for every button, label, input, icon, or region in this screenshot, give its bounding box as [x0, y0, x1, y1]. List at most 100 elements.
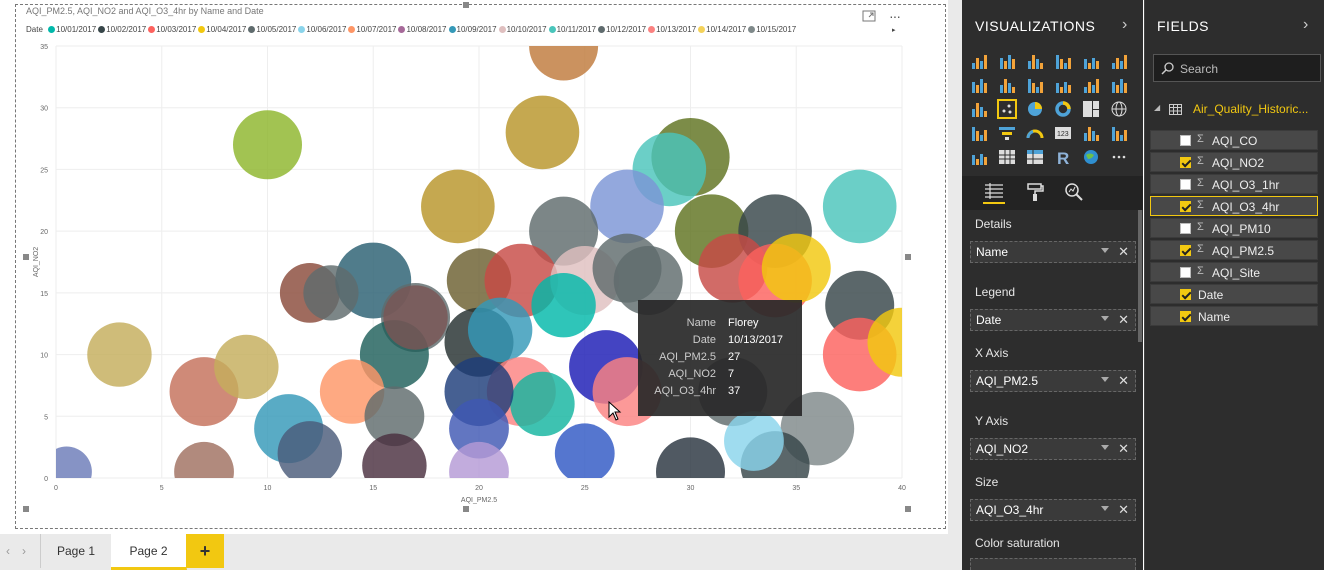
- legend-item[interactable]: 10/05/2017: [248, 25, 296, 34]
- scatter-bubble[interactable]: [761, 233, 831, 303]
- ribbon-chart-icon[interactable]: [1110, 76, 1128, 94]
- multi-row-card-icon[interactable]: [1082, 124, 1100, 142]
- scatter-bubble[interactable]: [421, 169, 495, 244]
- remove-field-icon[interactable]: ✕: [1118, 244, 1129, 260]
- viz-pane-scrollbar[interactable]: [1138, 210, 1142, 342]
- legend-item[interactable]: 10/06/2017: [298, 25, 346, 34]
- chevron-down-icon[interactable]: [1101, 377, 1109, 382]
- scatter-chart-icon[interactable]: [997, 99, 1017, 119]
- card-icon[interactable]: 123: [1054, 124, 1072, 142]
- fields-search-input[interactable]: Search: [1153, 54, 1321, 82]
- legend-item[interactable]: 10/08/2017: [398, 25, 447, 34]
- gauge-icon[interactable]: [1026, 124, 1044, 142]
- legend-item[interactable]: 10/10/2017: [498, 25, 547, 34]
- scatter-bubble[interactable]: [87, 322, 152, 387]
- color-saturation-well[interactable]: [970, 558, 1136, 570]
- scatter-bubble[interactable]: [41, 446, 92, 498]
- remove-field-icon[interactable]: ✕: [1118, 312, 1129, 328]
- kpi-icon[interactable]: [1110, 124, 1128, 142]
- legend-item[interactable]: 10/11/2017: [548, 25, 596, 34]
- format-paint-roller-icon[interactable]: [1025, 182, 1045, 207]
- field-checkbox[interactable]: [1180, 223, 1191, 234]
- clustered-bar-icon[interactable]: [1026, 52, 1044, 70]
- field-row[interactable]: Σ AQI_O3_1hr: [1150, 174, 1318, 194]
- field-row[interactable]: Σ AQI_NO2: [1150, 152, 1318, 172]
- legend-item[interactable]: 10/13/2017: [648, 25, 696, 34]
- legend-item[interactable]: 10/09/2017: [448, 25, 497, 34]
- legend-item[interactable]: 10/01/2017: [48, 25, 96, 34]
- scatter-bubble[interactable]: [467, 297, 533, 363]
- collapse-visualizations-icon[interactable]: ›: [1122, 16, 1127, 34]
- fields-tab-icon[interactable]: [983, 182, 1005, 204]
- size-well[interactable]: AQI_O3_4hr ✕: [970, 499, 1136, 521]
- remove-field-icon[interactable]: ✕: [1118, 502, 1129, 518]
- field-row[interactable]: Σ AQI_Site: [1150, 262, 1318, 282]
- r-visual-icon[interactable]: R: [1054, 148, 1072, 168]
- matrix-icon[interactable]: [1026, 148, 1044, 166]
- field-row[interactable]: Σ AQI_CO: [1150, 130, 1318, 150]
- field-row[interactable]: Σ AQI_O3_4hr: [1150, 196, 1318, 216]
- scatter-bubble[interactable]: [214, 334, 279, 400]
- legend-well[interactable]: Date ✕: [970, 309, 1136, 331]
- more-visuals-icon[interactable]: [1110, 148, 1128, 166]
- clustered-column-icon[interactable]: [1054, 52, 1072, 70]
- line-column-icon[interactable]: [1054, 76, 1072, 94]
- legend-item[interactable]: 10/14/2017: [698, 25, 746, 34]
- scatter-bubble[interactable]: [529, 38, 599, 81]
- scatter-bubble[interactable]: [383, 285, 448, 350]
- field-checkbox[interactable]: [1180, 201, 1191, 212]
- field-row[interactable]: Σ AQI_PM2.5: [1150, 240, 1318, 260]
- field-checkbox[interactable]: [1180, 157, 1191, 168]
- filled-map-icon[interactable]: [970, 124, 988, 142]
- globe-icon[interactable]: [1082, 148, 1100, 166]
- scatter-bubble[interactable]: [531, 273, 596, 338]
- field-row[interactable]: Σ AQI_PM10: [1150, 218, 1318, 238]
- legend-scroll-arrow-icon[interactable]: ▸: [892, 26, 896, 34]
- collapse-fields-icon[interactable]: ›: [1303, 16, 1308, 34]
- area-chart-icon[interactable]: [998, 76, 1016, 94]
- resize-handle-top[interactable]: [463, 2, 469, 8]
- more-options-icon[interactable]: ···: [889, 8, 901, 24]
- scatter-bubble[interactable]: [554, 423, 615, 483]
- scatter-bubble[interactable]: [590, 169, 664, 244]
- scatter-bubble[interactable]: [233, 110, 302, 180]
- tab-page-1[interactable]: Page 1: [40, 534, 112, 568]
- details-well[interactable]: Name ✕: [970, 241, 1136, 263]
- slicer-icon[interactable]: [970, 148, 988, 166]
- expand-triangle-icon[interactable]: ◢: [1154, 103, 1160, 112]
- funnel-icon[interactable]: [998, 124, 1016, 142]
- donut-chart-icon[interactable]: [1054, 100, 1072, 118]
- 100-bar-icon[interactable]: [1082, 52, 1100, 70]
- waterfall-icon[interactable]: [970, 100, 988, 118]
- scatter-bubble[interactable]: [303, 265, 359, 321]
- table-node[interactable]: ◢ Air_Quality_Historic...: [1151, 100, 1323, 120]
- legend-item[interactable]: 10/04/2017: [198, 25, 246, 34]
- yaxis-well[interactable]: AQI_NO2 ✕: [970, 438, 1136, 460]
- legend-item[interactable]: 10/12/2017: [598, 25, 646, 34]
- line-chart-icon[interactable]: [970, 76, 988, 94]
- scatter-bubble[interactable]: [174, 441, 234, 502]
- map-icon[interactable]: [1110, 100, 1128, 118]
- remove-field-icon[interactable]: ✕: [1118, 441, 1129, 457]
- scatter-bubble[interactable]: [656, 437, 725, 506]
- field-checkbox[interactable]: [1180, 245, 1191, 256]
- xaxis-well[interactable]: AQI_PM2.5 ✕: [970, 370, 1136, 392]
- remove-field-icon[interactable]: ✕: [1118, 373, 1129, 389]
- field-row[interactable]: Name: [1150, 306, 1318, 326]
- stacked-bar-icon[interactable]: [970, 52, 988, 70]
- tab-next-icon[interactable]: ›: [22, 544, 26, 558]
- field-checkbox[interactable]: [1180, 289, 1191, 300]
- scatter-bubble[interactable]: [449, 441, 509, 502]
- scatter-plot[interactable]: 0 5 10 15 20 25 30 35 4005101520253035AQI_PM2.5A…: [20, 38, 912, 508]
- legend-item[interactable]: 10/15/2017: [748, 25, 796, 34]
- field-checkbox[interactable]: [1180, 311, 1191, 322]
- pie-chart-icon[interactable]: [1026, 100, 1044, 118]
- legend-item[interactable]: 10/02/2017: [98, 25, 146, 34]
- scatter-bubble[interactable]: [505, 95, 580, 170]
- field-checkbox[interactable]: [1180, 179, 1191, 190]
- treemap-icon[interactable]: [1082, 100, 1100, 118]
- field-row[interactable]: Date: [1150, 284, 1318, 304]
- chevron-down-icon[interactable]: [1101, 248, 1109, 253]
- tab-prev-icon[interactable]: ‹: [6, 544, 10, 558]
- analytics-magnifier-icon[interactable]: [1064, 182, 1084, 207]
